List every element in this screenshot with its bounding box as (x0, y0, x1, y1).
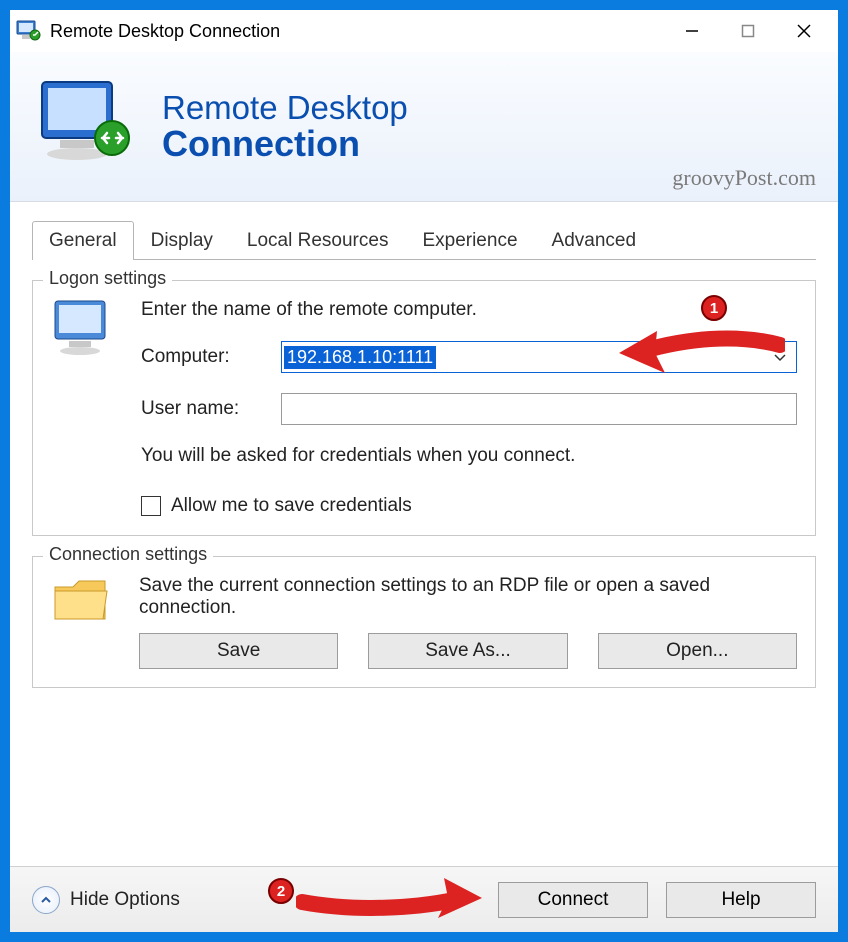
save-as-button[interactable]: Save As... (368, 633, 567, 669)
monitor-icon (51, 299, 121, 517)
username-label: User name: (141, 398, 281, 420)
connection-group-title: Connection settings (43, 544, 213, 565)
footer: Hide Options Connect Help 2 (10, 866, 838, 932)
folder-icon (51, 575, 121, 669)
connection-settings-group: Connection settings Save the current con… (32, 556, 816, 688)
window-title: Remote Desktop Connection (50, 21, 664, 42)
save-button[interactable]: Save (139, 633, 338, 669)
banner-title-line1: Remote Desktop (162, 89, 408, 127)
open-button[interactable]: Open... (598, 633, 797, 669)
watermark: groovyPost.com (672, 165, 816, 191)
computer-label: Computer: (141, 346, 281, 368)
username-input[interactable] (281, 393, 797, 425)
tab-display[interactable]: Display (134, 221, 230, 260)
maximize-button[interactable] (720, 14, 776, 48)
banner-title-line2: Connection (162, 123, 408, 165)
banner: Remote Desktop Connection groovyPost.com (10, 52, 838, 202)
tab-local-resources[interactable]: Local Resources (230, 221, 406, 260)
annotation-arrow-2 (296, 872, 486, 926)
tab-bar: General Display Local Resources Experien… (32, 220, 816, 260)
annotation-badge-2: 2 (268, 878, 294, 904)
save-credentials-label: Allow me to save credentials (171, 495, 412, 517)
save-credentials-checkbox[interactable] (141, 496, 161, 516)
logon-instruction: Enter the name of the remote computer. (141, 299, 797, 321)
connect-button[interactable]: Connect (498, 882, 648, 918)
tab-general[interactable]: General (32, 221, 134, 260)
logon-group-title: Logon settings (43, 268, 172, 289)
rdc-icon (36, 78, 136, 175)
close-button[interactable] (776, 14, 832, 48)
tab-experience[interactable]: Experience (405, 221, 534, 260)
connection-text: Save the current connection settings to … (139, 575, 797, 619)
credentials-note: You will be asked for credentials when y… (141, 445, 797, 467)
logon-settings-group: Logon settings Enter the name of the rem… (32, 280, 816, 536)
minimize-button[interactable] (664, 14, 720, 48)
annotation-badge-1: 1 (701, 295, 727, 321)
chevron-up-icon (32, 886, 60, 914)
tab-advanced[interactable]: Advanced (535, 221, 654, 260)
help-button[interactable]: Help (666, 882, 816, 918)
titlebar: Remote Desktop Connection (10, 10, 838, 52)
annotation-arrow-1 (615, 327, 785, 381)
app-icon (16, 20, 42, 42)
hide-options-label: Hide Options (70, 889, 180, 911)
computer-value: 192.168.1.10:1111 (284, 346, 436, 369)
hide-options-button[interactable]: Hide Options (32, 886, 180, 914)
